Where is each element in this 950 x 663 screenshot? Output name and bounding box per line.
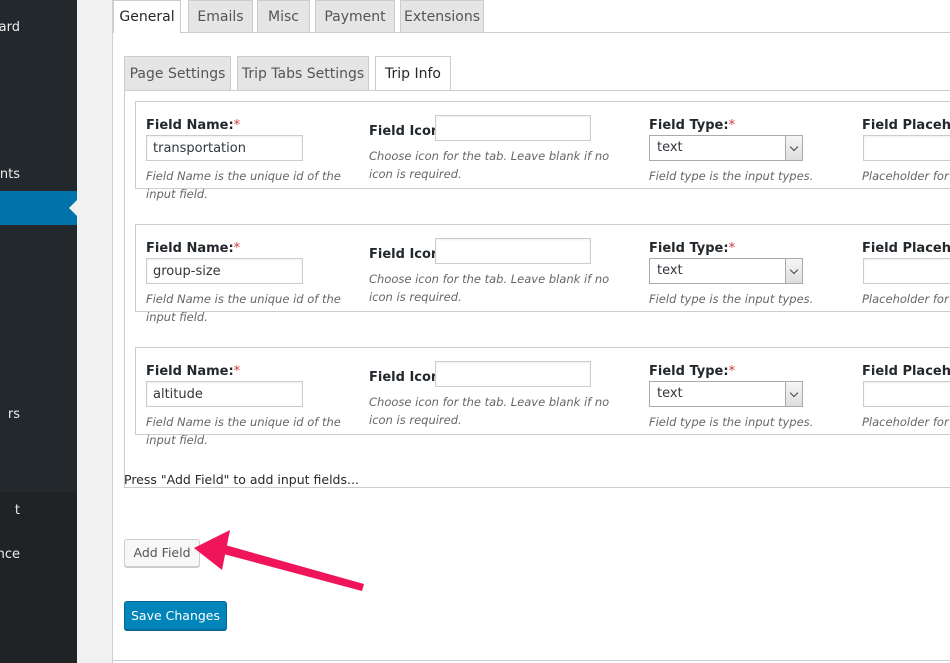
field-placeholder-input[interactable]: [863, 258, 950, 284]
sidebar-item-users[interactable]: rs: [0, 407, 77, 425]
add-field-hint: Press "Add Field" to add input fields...: [124, 472, 359, 487]
field-icon-description: Choose icon for the tab. Leave blank if …: [369, 149, 610, 181]
field-name-input[interactable]: [146, 381, 303, 407]
sidebar-item-dashboard[interactable]: ard: [0, 20, 77, 38]
chevron-down-icon: [785, 382, 802, 406]
field-name-input[interactable]: [146, 258, 303, 284]
field-placeholder-description: Placeholder for th: [862, 415, 950, 429]
field-name-description: Field Name is the unique id of the input…: [146, 169, 341, 201]
field-type-description: Field type is the input types.: [649, 415, 814, 429]
field-type-description: Field type is the input types.: [649, 292, 814, 306]
field-icon-label: Field Icon:: [369, 124, 446, 139]
trip-info-panel: Field Name:* Field Name is the unique id…: [124, 90, 950, 488]
field-type-select[interactable]: text: [649, 135, 803, 161]
active-indicator: [69, 200, 77, 216]
tab-misc[interactable]: Misc: [257, 0, 310, 32]
field-icon-label: Field Icon:: [369, 370, 446, 385]
field-type-label: Field Type:*: [649, 241, 736, 256]
subtab-trip-info[interactable]: Trip Info: [375, 56, 451, 92]
field-type-select[interactable]: text: [649, 258, 803, 284]
field-placeholder-label: Field Placehold: [862, 364, 950, 379]
sidebar-item-appearance[interactable]: ance: [0, 547, 77, 565]
admin-sidebar: ard ents rs t ance: [0, 0, 77, 663]
field-row: Field Name:* Field Name is the unique id…: [135, 224, 950, 324]
sidebar-item-active[interactable]: [0, 191, 77, 225]
field-name-label: Field Name:*: [146, 364, 241, 379]
field-type-description: Field type is the input types.: [649, 169, 814, 183]
chevron-down-icon: [785, 259, 802, 283]
field-name-description: Field Name is the unique id of the input…: [146, 415, 341, 447]
add-field-button[interactable]: Add Field: [124, 539, 200, 567]
subtab-trip-tabs-settings[interactable]: Trip Tabs Settings: [237, 56, 369, 91]
field-row: Field Name:* Field Name is the unique id…: [135, 101, 950, 201]
field-name-label: Field Name:*: [146, 241, 241, 256]
field-name-input[interactable]: [146, 135, 303, 161]
chevron-down-icon: [785, 136, 802, 160]
tab-payment[interactable]: Payment: [315, 0, 395, 32]
field-icon-input[interactable]: [435, 238, 591, 264]
save-changes-button[interactable]: Save Changes: [124, 601, 227, 630]
field-placeholder-description: Placeholder for th: [862, 292, 950, 306]
field-placeholder-description: Placeholder for th: [862, 169, 950, 183]
field-type-label: Field Type:*: [649, 364, 736, 379]
field-icon-description: Choose icon for the tab. Leave blank if …: [369, 395, 610, 427]
field-placeholder-label: Field Placehold: [862, 118, 950, 133]
field-icon-input[interactable]: [435, 361, 591, 387]
tab-general[interactable]: General: [113, 0, 181, 33]
field-type-select[interactable]: text: [649, 381, 803, 407]
field-icon-label: Field Icon:: [369, 247, 446, 262]
subtab-page-settings[interactable]: Page Settings: [124, 56, 231, 91]
tab-emails[interactable]: Emails: [188, 0, 253, 32]
field-row: Field Name:* Field Name is the unique id…: [135, 347, 950, 447]
field-name-description: Field Name is the unique id of the input…: [146, 292, 341, 324]
tab-extensions[interactable]: Extensions: [400, 0, 484, 32]
sidebar-item-comments[interactable]: ents: [0, 167, 77, 185]
field-placeholder-input[interactable]: [863, 135, 950, 161]
field-placeholder-input[interactable]: [863, 381, 950, 407]
field-name-label: Field Name:*: [146, 118, 241, 133]
field-type-label: Field Type:*: [649, 118, 736, 133]
field-placeholder-label: Field Placehold: [862, 241, 950, 256]
settings-content: General Emails Misc Payment Extensions P…: [112, 0, 950, 663]
sidebar-item-tools[interactable]: t: [0, 503, 77, 521]
field-icon-input[interactable]: [435, 115, 591, 141]
content-bottom-border: [113, 660, 950, 661]
field-icon-description: Choose icon for the tab. Leave blank if …: [369, 272, 610, 304]
